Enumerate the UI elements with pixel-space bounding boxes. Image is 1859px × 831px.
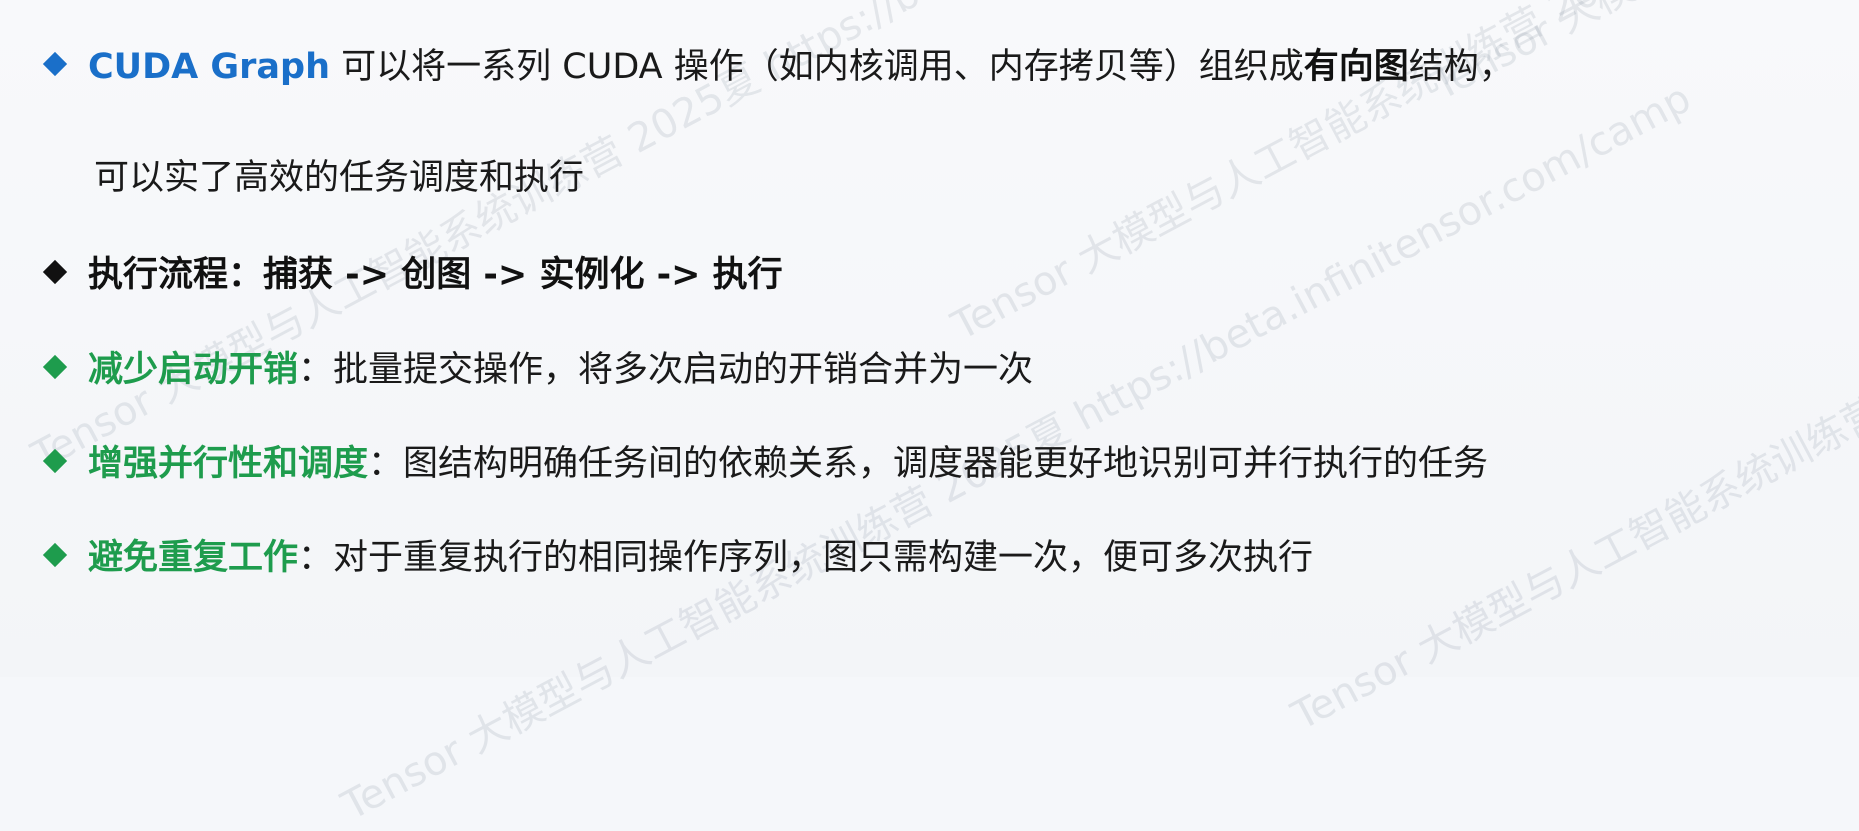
bullet-text: 批量提交操作，将多次启动的开销合并为一次: [333, 350, 1034, 390]
green-diamond-icon: [42, 542, 68, 568]
term-reduce-launch-overhead: 减少启动开销: [88, 350, 299, 390]
bullet-continuation: 可以实了高效的任务调度和执行: [94, 158, 585, 198]
bullet-item-reduce-launch-overhead: 减少启动开销：批量提交操作，将多次启动的开销合并为一次: [42, 347, 1034, 393]
execution-flow-text: 执行流程：捕获 -> 创图 -> 实例化 -> 执行: [88, 255, 783, 295]
bullet-text-tail: 结构，: [1408, 47, 1514, 87]
separator: ：: [298, 350, 334, 390]
separator: ：: [368, 444, 404, 484]
watermark-text: Tensor 大模型与人工智能系统训练营 2025夏 https://beta.…: [1284, 0, 1859, 740]
bullet-item-execution-flow: 执行流程：捕获 -> 创图 -> 实例化 -> 执行: [42, 252, 783, 298]
green-diamond-icon: [42, 448, 68, 474]
slide-background: Tensor 大模型与人工智能系统训练营 2025夏 https://beta.…: [0, 0, 1859, 829]
term-cuda-graph: CUDA Graph: [88, 47, 331, 87]
term-avoid-repeated-work: 避免重复工作: [88, 538, 299, 578]
green-diamond-icon: [42, 354, 68, 380]
blue-diamond-icon: [42, 51, 68, 77]
bullet-item-cuda-graph: CUDA Graph 可以将一系列 CUDA 操作（如内核调用、内存拷贝等）组织…: [42, 44, 1514, 90]
bullet-item-parallelism-scheduling: 增强并行性和调度：图结构明确任务间的依赖关系，调度器能更好地识别可并行执行的任务: [42, 441, 1489, 487]
bullet-item-avoid-repeated-work: 避免重复工作：对于重复执行的相同操作序列，图只需构建一次，便可多次执行: [42, 535, 1314, 581]
term-parallelism-scheduling: 增强并行性和调度: [88, 444, 369, 484]
bullet-text: 图结构明确任务间的依赖关系，调度器能更好地识别可并行执行的任务: [403, 444, 1489, 484]
black-diamond-icon: [42, 259, 68, 285]
bullet-text: 对于重复执行的相同操作序列，图只需构建一次，便可多次执行: [333, 538, 1314, 578]
separator: ：: [298, 538, 334, 578]
bullet-text: 可以将一系列 CUDA 操作（如内核调用、内存拷贝等）组织成: [330, 47, 1304, 87]
bold-directed-graph: 有向图: [1303, 47, 1409, 87]
